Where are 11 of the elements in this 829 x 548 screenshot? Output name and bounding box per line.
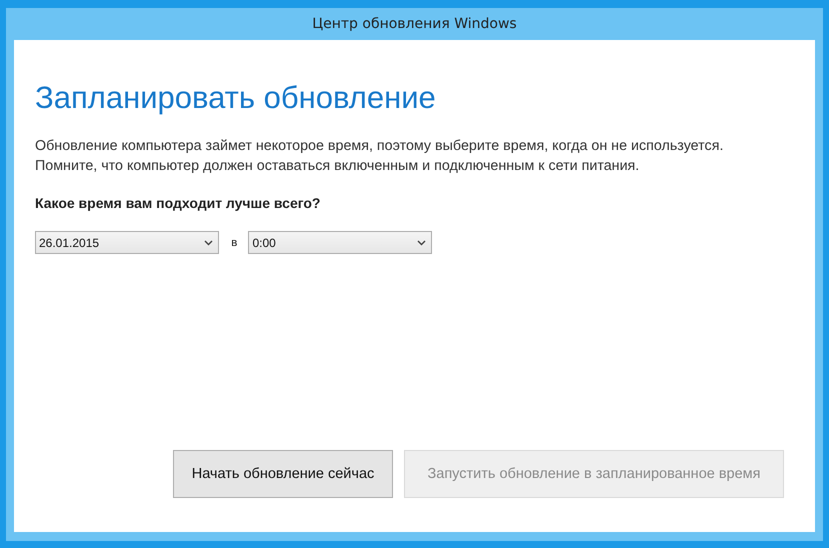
chevron-down-icon [204, 240, 213, 246]
update-now-button[interactable]: Начать обновление сейчас [173, 450, 393, 498]
chevron-down-icon [417, 240, 426, 246]
question-label: Какое время вам подходит лучше всего? [35, 195, 322, 211]
description-text: Помните, что компьютер должен оставаться включенным и подключенным к сети питания. [35, 157, 640, 176]
at-label: в [231, 236, 238, 249]
date-dropdown[interactable]: 26.01.2015 [35, 231, 219, 254]
description-text: Обновление компьютера займет некоторое время, поэтому выберите время, когда он не используется. [35, 137, 724, 156]
window-title: Центр обновления Windows [312, 16, 517, 32]
page-heading: Запланировать обновление [35, 80, 437, 116]
time-dropdown[interactable]: 0:00 [248, 231, 432, 254]
